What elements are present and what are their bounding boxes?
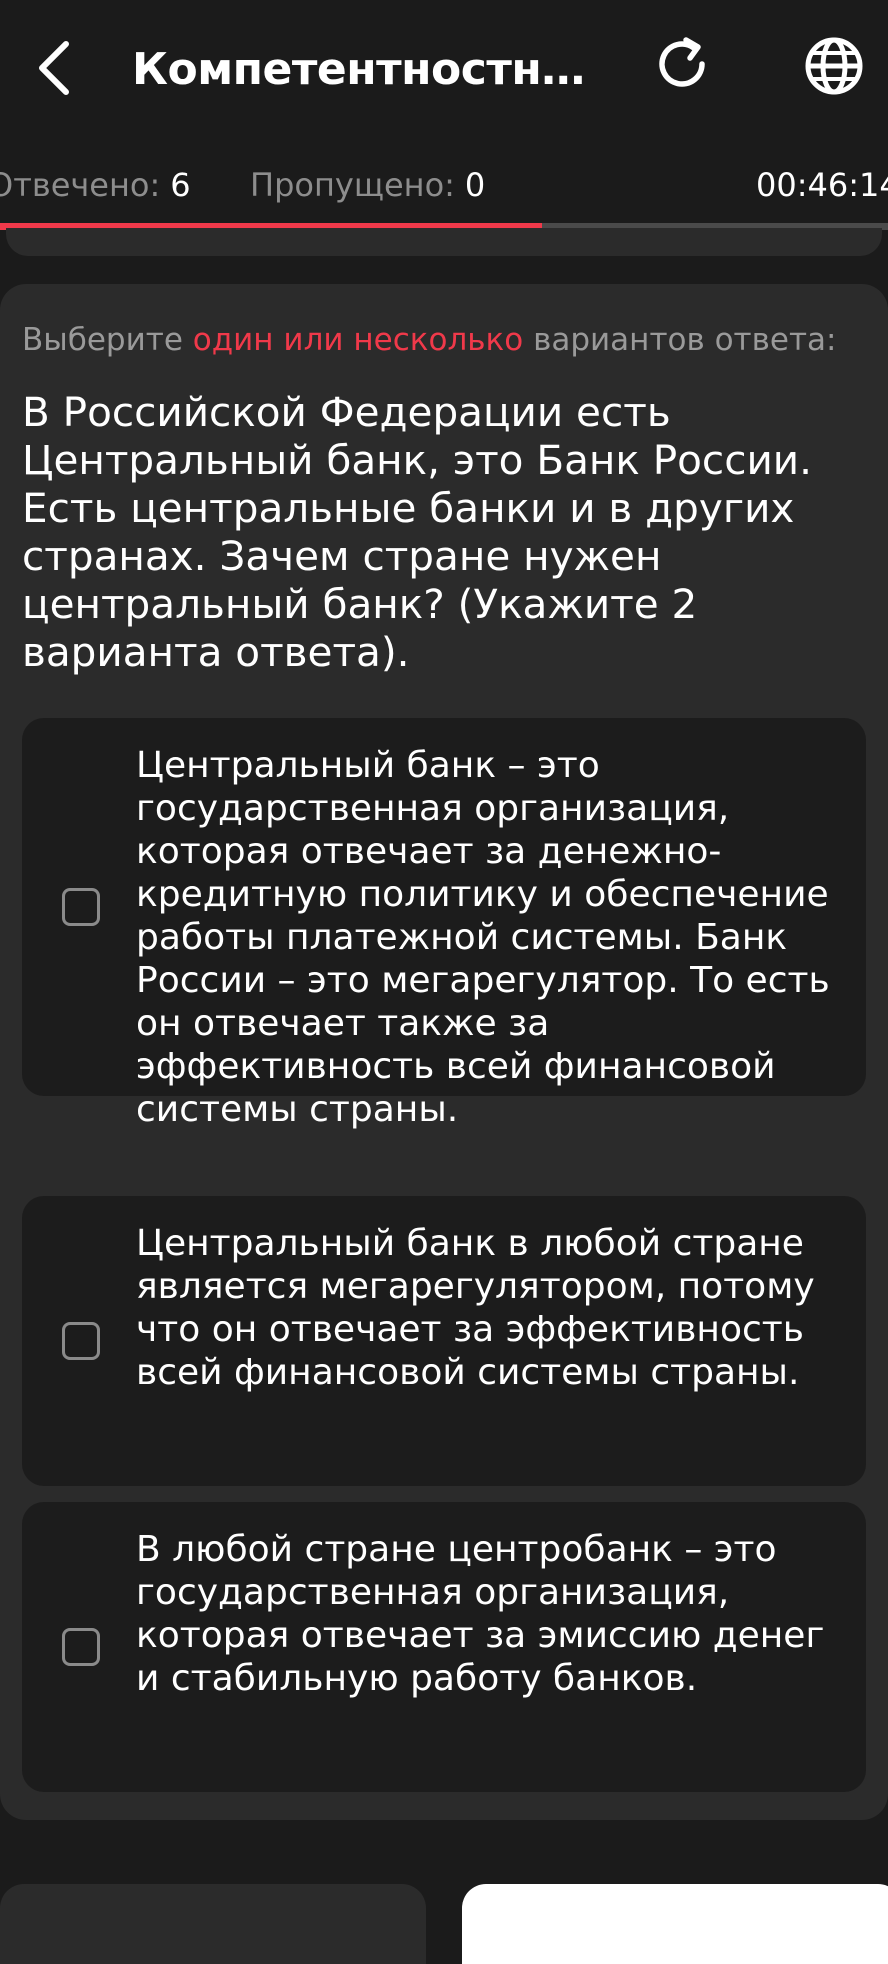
- skipped-value: 0: [464, 166, 486, 204]
- skipped-counter: Пропущено: 0: [250, 150, 485, 220]
- option-text: Центральный банк в любой стране является…: [136, 1223, 815, 1393]
- page-title: Компетентностны...: [132, 44, 592, 95]
- option-text: В любой стране центробанк – это государс…: [136, 1529, 825, 1699]
- answer-button[interactable]: [462, 1884, 888, 1964]
- answer-option-1[interactable]: Центральный банк – это государственная о…: [22, 718, 866, 1130]
- question-card: Выберите один или несколько вариантов от…: [0, 284, 888, 1820]
- instruction-prefix: Выберите: [22, 322, 193, 358]
- globe-icon: [803, 35, 865, 101]
- skip-button[interactable]: [0, 1884, 426, 1964]
- answered-counter: Отвечено: 6: [0, 150, 191, 220]
- instruction-highlight: один или несколько: [192, 322, 524, 358]
- previous-card-edge: [6, 228, 882, 256]
- language-button[interactable]: [796, 30, 872, 106]
- question-instruction: Выберите один или несколько вариантов от…: [22, 312, 882, 368]
- instruction-suffix: вариантов ответа:: [523, 322, 837, 358]
- reload-icon: [652, 34, 716, 102]
- option-checkbox[interactable]: [62, 888, 100, 926]
- option-checkbox[interactable]: [62, 1628, 100, 1666]
- option-text: Центральный банк – это государственная о…: [136, 745, 830, 1130]
- question-text: В Российской Федерации есть Центральный …: [22, 388, 812, 676]
- timer: 00:46:14: [756, 166, 888, 204]
- chevron-left-icon: [34, 38, 74, 102]
- top-bar: Компетентностны...: [0, 0, 888, 140]
- answer-stats: Отвечено: 6 Пропущено: 0 00:46:14: [0, 150, 888, 220]
- option-checkbox[interactable]: [62, 1322, 100, 1360]
- answered-value: 6: [170, 166, 191, 204]
- answered-label: Отвечено:: [0, 166, 161, 204]
- reload-button[interactable]: [648, 32, 720, 104]
- answer-option-2[interactable]: Центральный банк в любой стране является…: [22, 1196, 866, 1486]
- back-button[interactable]: [22, 30, 86, 110]
- skipped-label: Пропущено:: [250, 166, 455, 204]
- answer-option-3[interactable]: В любой стране центробанк – это государс…: [22, 1502, 866, 1792]
